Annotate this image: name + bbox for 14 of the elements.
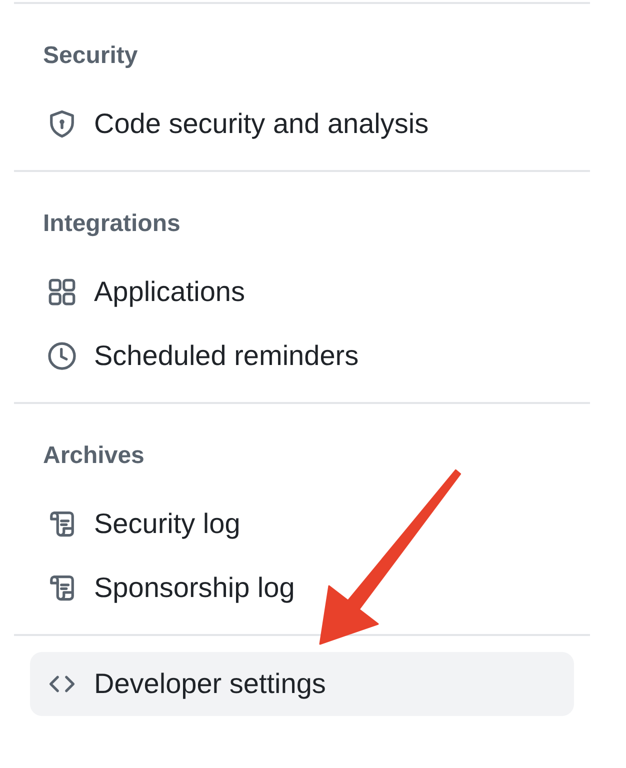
sidebar-item[interactable]: Applications — [30, 260, 574, 324]
clock-icon — [47, 341, 77, 371]
section-heading: Archives — [43, 441, 144, 471]
sidebar-item[interactable]: Code security and analysis — [30, 92, 574, 156]
scroll-icon — [47, 573, 77, 603]
scroll-icon — [47, 509, 77, 539]
shield-lock-icon — [47, 109, 77, 139]
sidebar-item[interactable]: Sponsorship log — [30, 556, 574, 620]
sidebar-item[interactable]: Developer settings — [30, 652, 574, 716]
sidebar-item[interactable]: Scheduled reminders — [30, 324, 574, 388]
section-heading: Integrations — [43, 209, 180, 239]
section-heading: Security — [43, 41, 138, 71]
sidebar-item[interactable]: Security log — [30, 492, 574, 556]
grid-icon — [47, 277, 77, 307]
